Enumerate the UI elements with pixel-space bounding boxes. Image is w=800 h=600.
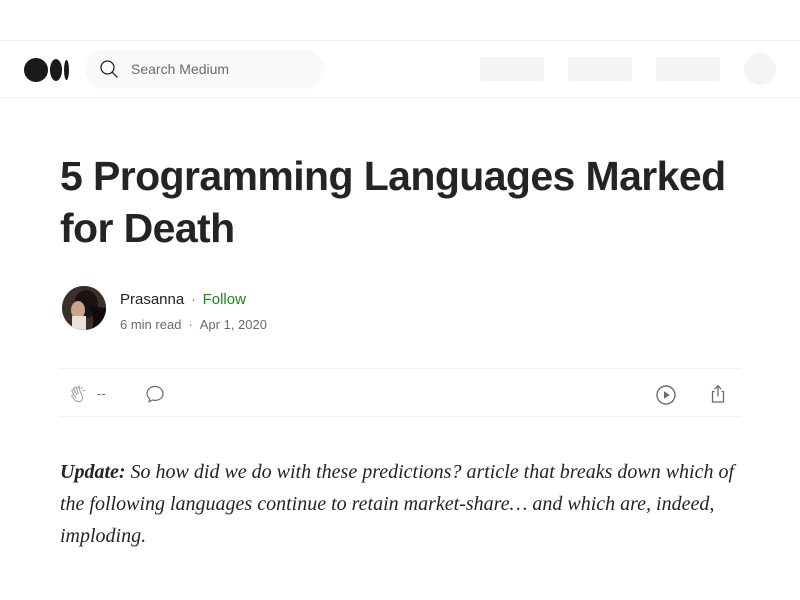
- clap-icon[interactable]: [68, 383, 90, 405]
- nav-placeholder-2: [568, 57, 632, 81]
- update-text: So how did we do with these predictions?…: [60, 461, 735, 547]
- update-label: Update:: [60, 461, 126, 483]
- separator-dot: ·: [191, 292, 196, 307]
- article-meta: 6 min read · Apr 1, 2020: [120, 317, 267, 333]
- user-avatar-placeholder[interactable]: [744, 53, 776, 85]
- search-icon[interactable]: [99, 59, 119, 79]
- search-bar[interactable]: [85, 49, 324, 89]
- top-navbar: [0, 41, 800, 98]
- author-avatar[interactable]: [62, 286, 106, 330]
- share-icon[interactable]: [706, 382, 730, 406]
- search-input[interactable]: [131, 61, 301, 77]
- follow-button[interactable]: Follow: [203, 291, 246, 308]
- separator-dot: ·: [188, 317, 193, 332]
- top-strip: [0, 0, 800, 41]
- nav-placeholder-1: [480, 57, 544, 81]
- read-time: 6 min read: [120, 317, 182, 332]
- author-line: Prasanna · Follow: [120, 291, 246, 309]
- article-action-bar: --: [60, 368, 740, 417]
- article-title: 5 Programming Languages Marked for Death: [60, 153, 726, 251]
- author-name[interactable]: Prasanna: [120, 291, 184, 308]
- clap-count: --: [97, 386, 106, 401]
- nav-placeholder-3: [656, 57, 720, 81]
- medium-logo[interactable]: [24, 58, 69, 82]
- response-icon[interactable]: [144, 383, 166, 405]
- article-body-paragraph: Update: So how did we do with these pred…: [60, 456, 750, 552]
- publish-date: Apr 1, 2020: [199, 317, 267, 332]
- play-icon[interactable]: [654, 383, 678, 407]
